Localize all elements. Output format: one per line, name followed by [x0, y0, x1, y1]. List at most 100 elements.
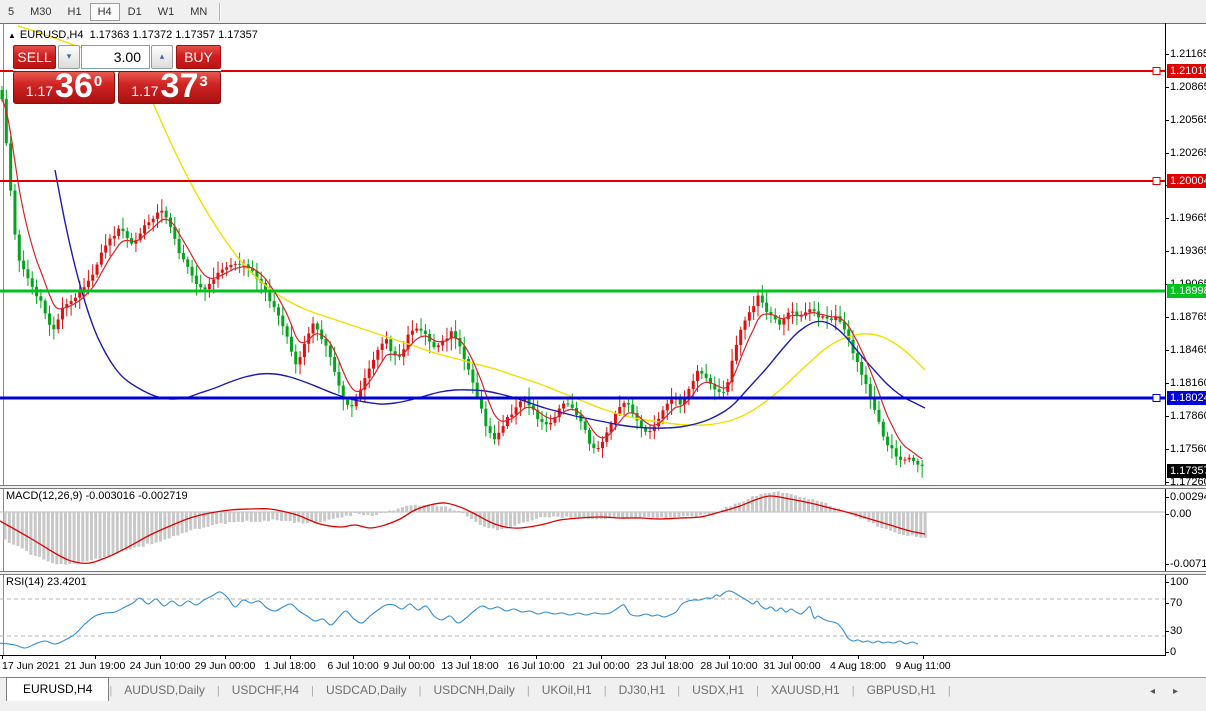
timeframe-h4[interactable]: H4 — [89, 2, 120, 21]
price-tick-mark — [1165, 54, 1169, 55]
trade-panel-underline — [13, 69, 221, 71]
tab-usdchf-h4[interactable]: USDCHF,H4 — [220, 680, 311, 701]
time-label: 1 Jul 18:00 — [264, 660, 316, 672]
price-axis-line — [1165, 23, 1166, 656]
tab-xauusd-h1[interactable]: XAUUSD,H1 — [759, 680, 852, 701]
tab-eurusd-h4[interactable]: EURUSD,H4 — [6, 677, 110, 701]
macd-tick-label: 0.002947 — [1170, 491, 1206, 503]
chart-symbol-period: EURUSD,H4 — [19, 29, 84, 41]
timeframe-h1[interactable]: H1 — [60, 3, 90, 21]
sell-price-big: 36 — [55, 67, 93, 105]
price-tick-label: 1.17560 — [1170, 443, 1206, 455]
time-label: 28 Jul 10:00 — [700, 660, 758, 672]
price-tick-label: 1.18765 — [1170, 311, 1206, 323]
price-level-tag: 1.17357 — [1167, 464, 1206, 478]
volume-decrease-button[interactable]: ▾ — [58, 45, 80, 69]
tab-scroll-arrows: ◂ ▸ — [1150, 686, 1178, 701]
macd-label: MACD(12,26,9) -0.003016 -0.002719 — [6, 490, 188, 502]
symbol-triangle-icon: ▲ — [8, 31, 16, 40]
macd-tick-mark — [1165, 514, 1169, 515]
time-tick-mark — [409, 656, 410, 659]
price-tick-label: 1.18160 — [1170, 377, 1206, 389]
tab-scroll-left-icon[interactable]: ◂ — [1150, 686, 1155, 697]
chart-ohlc-header: ▲ EURUSD,H4 1.17363 1.17372 1.17357 1.173… — [8, 29, 258, 41]
price-tick-mark — [1165, 87, 1169, 88]
price-tick-label: 1.20565 — [1170, 114, 1206, 126]
price-tick-mark — [1165, 251, 1169, 252]
macd-tick-mark — [1165, 564, 1169, 565]
time-axis: 17 Jun 2021 21 Jun 19:00 24 Jun 10:00 29 Ju… — [0, 656, 1206, 677]
timeframe-m30[interactable]: M30 — [22, 3, 59, 21]
tab-dj30-h1[interactable]: DJ30,H1 — [607, 680, 678, 701]
time-tick-mark — [225, 656, 226, 659]
rsi-tick-mark — [1165, 652, 1169, 653]
chart-ohlc-values: 1.17363 1.17372 1.17357 1.17357 — [89, 29, 258, 41]
tab-usdcad-daily[interactable]: USDCAD,Daily — [314, 680, 419, 701]
price-tick-mark — [1165, 350, 1169, 351]
rsi-tick-label: 30 — [1170, 625, 1183, 637]
buy-price-sup: 3 — [199, 73, 208, 90]
sell-price-small: 1.17 — [25, 83, 54, 99]
time-tick-mark — [536, 656, 537, 659]
volume-input[interactable] — [81, 45, 150, 69]
time-tick-mark — [160, 656, 161, 659]
price-level-tag: 1.21010 — [1167, 64, 1206, 78]
rsi-tick-mark — [1165, 582, 1169, 583]
timeframe-w1[interactable]: W1 — [150, 3, 183, 21]
buy-price-big: 37 — [160, 67, 199, 105]
time-tick-mark — [353, 656, 354, 659]
time-tick-mark — [95, 656, 96, 659]
time-label: 24 Jun 10:00 — [129, 660, 191, 672]
time-label: 21 Jun 19:00 — [64, 660, 126, 672]
buy-price-display[interactable]: 1.17 37 3 — [118, 67, 221, 105]
price-tick-mark — [1165, 317, 1169, 318]
tab-separator: | — [947, 685, 951, 697]
time-label: 23 Jul 18:00 — [636, 660, 694, 672]
price-tick-label: 1.17860 — [1170, 410, 1206, 422]
time-label: 21 Jul 00:00 — [572, 660, 630, 672]
timeframe-mn[interactable]: MN — [182, 3, 215, 21]
time-tick-mark — [858, 656, 859, 659]
sell-button[interactable]: SELL — [13, 45, 56, 69]
rsi-indicator-pane[interactable] — [0, 575, 1165, 655]
rsi-label: RSI(14) 23.4201 — [6, 576, 87, 588]
pane-splitter-rsi[interactable] — [0, 571, 1206, 575]
rsi-tick-mark — [1165, 631, 1169, 632]
price-tick-label: 1.20265 — [1170, 147, 1206, 159]
price-tick-mark — [1165, 482, 1169, 483]
tab-audusd-daily[interactable]: AUDUSD,Daily — [112, 680, 217, 701]
tab-usdcnh-daily[interactable]: USDCNH,Daily — [422, 680, 527, 701]
rsi-tick-label: 70 — [1170, 597, 1183, 609]
tab-usdx-h1[interactable]: USDX,H1 — [680, 680, 756, 701]
time-tick-mark — [792, 656, 793, 659]
sell-price-display[interactable]: 1.17 36 0 — [13, 67, 115, 105]
macd-tick-label: 0.00 — [1170, 508, 1192, 520]
price-tick-mark — [1165, 218, 1169, 219]
timeframe-toolbar: 5 M30 H1 H4 D1 W1 MN — [0, 0, 1206, 23]
price-tick-mark — [1165, 153, 1169, 154]
price-level-tag: 1.20004 — [1167, 174, 1206, 188]
macd-tick-mark — [1165, 497, 1169, 498]
time-tick-mark — [923, 656, 924, 659]
price-tick-mark — [1165, 120, 1169, 121]
chart-tab-bar: EURUSD,H4 | AUDUSD,Daily | USDCHF,H4 | USDCAD,… — [0, 677, 1206, 701]
buy-button[interactable]: BUY — [176, 45, 221, 69]
price-tick-mark — [1165, 383, 1169, 384]
time-label: 13 Jul 18:00 — [441, 660, 499, 672]
time-label: 9 Jul 00:00 — [383, 660, 435, 672]
timeframe-d1[interactable]: D1 — [120, 3, 150, 21]
tab-ukoil-h1[interactable]: UKOil,H1 — [530, 680, 604, 701]
time-label: 16 Jul 10:00 — [507, 660, 565, 672]
timeframe-5[interactable]: 5 — [0, 3, 22, 21]
time-label: 31 Jul 00:00 — [763, 660, 821, 672]
time-axis-border — [0, 655, 1166, 656]
tab-scroll-right-icon[interactable]: ▸ — [1173, 686, 1178, 697]
time-label: 9 Aug 11:00 — [895, 660, 951, 672]
price-tick-label: 1.19365 — [1170, 245, 1206, 257]
time-label: 29 Jun 00:00 — [194, 660, 256, 672]
price-tick-label: 1.19665 — [1170, 212, 1206, 224]
volume-increase-button[interactable]: ▴ — [151, 45, 173, 69]
pane-splitter-macd[interactable] — [0, 485, 1206, 489]
tab-gbpusd-h1[interactable]: GBPUSD,H1 — [855, 680, 948, 701]
price-level-tag: 1.18998 — [1167, 284, 1206, 298]
